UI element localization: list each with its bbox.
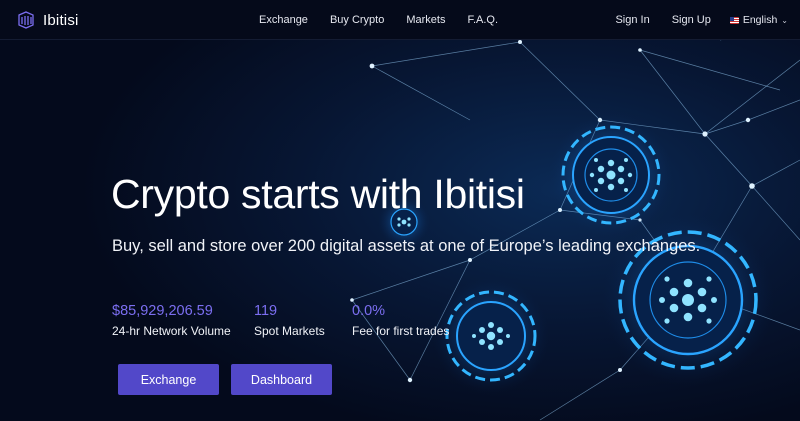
stat-value: 119 [254,303,278,319]
nav-link-exchange[interactable]: Exchange [259,14,308,26]
us-flag-icon [729,16,739,24]
stat-fee: 0.0% Fee for first trades [352,303,449,338]
brand-name: Ibitisi [43,11,79,29]
nav-link-markets[interactable]: Markets [406,14,445,26]
layered-cube-logo-icon [18,11,34,29]
nav-link-faq[interactable]: F.A.Q. [467,14,498,26]
main-nav-links: Exchange Buy Crypto Markets F.A.Q. [259,0,520,40]
stat-label: Fee for first trades [352,324,450,338]
sign-in-link[interactable]: Sign In [615,14,649,26]
chevron-down-icon: ⌄ [781,15,788,25]
top-navbar: Ibitisi Exchange Buy Crypto Markets F.A.… [0,0,800,40]
language-selector[interactable]: English ⌄ [729,14,788,26]
stat-value: 0.0% [352,303,386,319]
nav-actions: Sign In Sign Up English ⌄ [615,0,788,40]
hero-subtitle: Buy, sell and store over 200 digital ass… [112,237,701,255]
stat-value: $85,929,206.59 [112,303,213,319]
brand-logo[interactable]: Ibitisi [16,10,79,30]
language-label: English [742,14,778,26]
nav-link-buy-crypto[interactable]: Buy Crypto [330,14,384,26]
dashboard-button[interactable]: Dashboard [231,364,332,395]
sign-up-link[interactable]: Sign Up [672,14,711,26]
exchange-button[interactable]: Exchange [118,364,219,395]
stat-label: Spot Markets [254,324,325,338]
stat-spot-markets: 119 Spot Markets [254,303,325,338]
stat-label: 24-hr Network Volume [112,324,231,338]
stat-network-volume: $85,929,206.59 24-hr Network Volume [112,303,231,338]
hero-title: Crypto starts with Ibitisi [111,171,525,217]
